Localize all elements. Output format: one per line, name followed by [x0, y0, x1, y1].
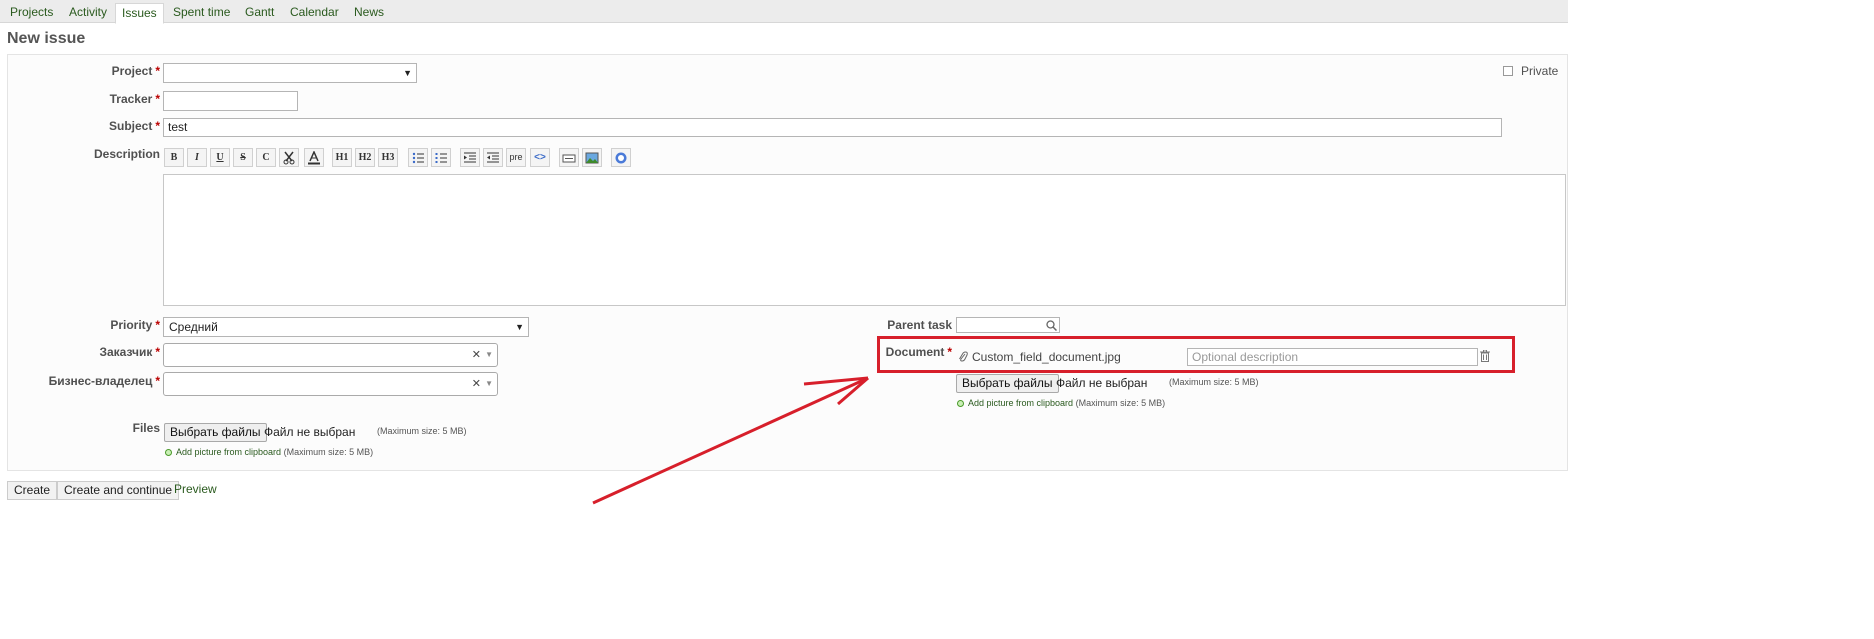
- required-marker: *: [155, 374, 160, 388]
- link-button[interactable]: [559, 148, 579, 167]
- clipboard-max-size: (Maximum size: 5 MB): [283, 447, 374, 457]
- link-icon: [562, 154, 576, 163]
- code-brackets-icon: <>: [534, 152, 546, 163]
- description-textarea[interactable]: [163, 174, 1566, 306]
- tab-news[interactable]: News: [348, 3, 390, 23]
- tab-projects[interactable]: Projects: [4, 3, 59, 23]
- private-label: Private: [1521, 64, 1559, 78]
- help-icon: [615, 152, 627, 164]
- description-label: Description: [93, 147, 160, 161]
- indent-button[interactable]: [460, 148, 480, 167]
- subject-label: Subject *: [80, 119, 160, 133]
- subject-label-text: Subject: [108, 119, 153, 133]
- private-checkbox[interactable]: [1503, 66, 1513, 76]
- parent-task-input[interactable]: [956, 317, 1060, 333]
- numbered-list-icon: [435, 153, 447, 163]
- help-button[interactable]: [611, 148, 631, 167]
- page-title: New issue: [7, 30, 86, 47]
- tab-spent-time[interactable]: Spent time: [167, 3, 236, 23]
- document-no-file-text: Файл не выбран: [1056, 376, 1148, 390]
- italic-button[interactable]: I: [187, 148, 207, 167]
- tracker-label-text: Tracker: [109, 92, 153, 106]
- main-menu: Projects Activity Issues Spent time Gant…: [0, 0, 1568, 24]
- add-picture-clipboard-link[interactable]: Add picture from clipboard: [176, 447, 281, 457]
- project-label-text: Project: [111, 64, 153, 78]
- outdent-icon: [487, 152, 499, 163]
- add-circle-icon: [165, 449, 172, 457]
- document-clipboard-max-size: (Maximum size: 5 MB): [1075, 398, 1166, 408]
- ordered-list-button[interactable]: [431, 148, 451, 167]
- preformatted-button[interactable]: pre: [506, 148, 526, 167]
- business-owner-label: Бизнес-владелец *: [20, 374, 160, 388]
- dropdown-arrow-icon: ▼: [485, 379, 493, 388]
- heading-2-button[interactable]: H2: [355, 148, 375, 167]
- underline-button[interactable]: U: [210, 148, 230, 167]
- text-color-button[interactable]: [304, 148, 324, 167]
- project-select[interactable]: ▼: [163, 63, 417, 83]
- dropdown-arrow-icon: ▼: [515, 322, 524, 332]
- create-and-continue-button[interactable]: Create and continue: [57, 481, 180, 500]
- clear-icon[interactable]: ✕: [472, 373, 481, 395]
- subject-input[interactable]: test: [163, 118, 1502, 137]
- business-owner-label-text: Бизнес-владелец: [48, 374, 153, 388]
- customer-label: Заказчик *: [40, 345, 160, 359]
- annotation-highlight-box: [877, 336, 1515, 373]
- business-owner-select[interactable]: ✕ ▼: [163, 372, 498, 396]
- no-file-text: Файл не выбран: [264, 425, 356, 439]
- image-icon: [585, 152, 599, 164]
- tab-calendar[interactable]: Calendar: [284, 3, 345, 23]
- create-button[interactable]: Create: [7, 481, 58, 500]
- code-block-button[interactable]: <>: [530, 148, 550, 167]
- scissors-icon: [283, 151, 295, 165]
- tracker-select[interactable]: [163, 91, 298, 111]
- priority-label: Priority *: [60, 318, 160, 332]
- dropdown-arrow-icon: ▼: [485, 350, 493, 359]
- tracker-label: Tracker *: [80, 92, 160, 106]
- preview-link[interactable]: Preview: [174, 482, 217, 496]
- tab-activity[interactable]: Activity: [63, 3, 113, 23]
- files-label: Files: [132, 421, 160, 435]
- font-color-icon: [308, 150, 320, 165]
- heading-3-button[interactable]: H3: [378, 148, 398, 167]
- strikethrough-button[interactable]: S: [233, 148, 253, 167]
- priority-label-text: Priority: [110, 318, 153, 332]
- tab-issues[interactable]: Issues: [115, 3, 164, 24]
- files-clipboard-row: Add picture from clipboard (Maximum size…: [165, 447, 373, 457]
- document-clipboard-row: Add picture from clipboard (Maximum size…: [957, 398, 1165, 408]
- bold-button[interactable]: B: [164, 148, 184, 167]
- required-marker: *: [155, 119, 160, 133]
- files-max-size: (Maximum size: 5 MB): [377, 426, 467, 436]
- dropdown-arrow-icon: ▼: [403, 68, 412, 78]
- priority-select[interactable]: Средний ▼: [163, 317, 529, 337]
- heading-1-button[interactable]: H1: [332, 148, 352, 167]
- required-marker: *: [155, 64, 160, 78]
- document-choose-files-button[interactable]: Выбрать файлы: [956, 374, 1059, 393]
- outdent-button[interactable]: [483, 148, 503, 167]
- parent-task-label: Parent task: [887, 318, 952, 332]
- search-icon: [1046, 320, 1057, 331]
- cut-button[interactable]: [279, 148, 299, 167]
- bullet-list-icon: [412, 152, 424, 164]
- tab-gantt[interactable]: Gantt: [239, 3, 280, 23]
- image-button[interactable]: [582, 148, 602, 167]
- unordered-list-button[interactable]: [408, 148, 428, 167]
- project-label: Project *: [80, 64, 160, 78]
- indent-icon: [464, 152, 476, 163]
- required-marker: *: [155, 318, 160, 332]
- required-marker: *: [155, 345, 160, 359]
- add-circle-icon: [957, 400, 964, 408]
- priority-value: Средний: [169, 320, 218, 334]
- document-add-picture-clipboard-link[interactable]: Add picture from clipboard: [968, 398, 1073, 408]
- clear-icon[interactable]: ✕: [472, 344, 481, 366]
- inline-code-button[interactable]: C: [256, 148, 276, 167]
- customer-label-text: Заказчик: [99, 345, 153, 359]
- customer-select[interactable]: ✕ ▼: [163, 343, 498, 367]
- required-marker: *: [155, 92, 160, 106]
- document-max-size: (Maximum size: 5 MB): [1169, 377, 1259, 387]
- choose-files-button[interactable]: Выбрать файлы: [164, 423, 267, 442]
